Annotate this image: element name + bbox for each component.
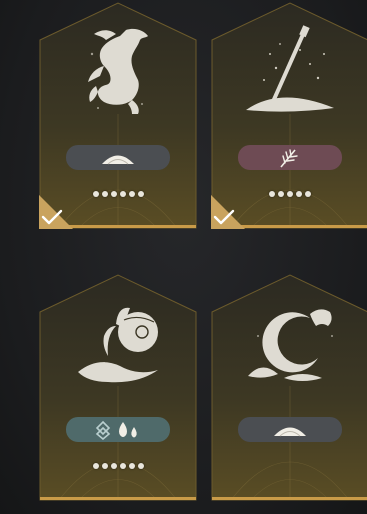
card-grid (0, 0, 367, 514)
progress-dot (92, 191, 99, 197)
progress-dot (119, 191, 126, 197)
progress-dot (278, 191, 284, 197)
requirement-pill (66, 417, 170, 442)
knot-rune-icon (94, 420, 112, 440)
pouring-urn-icon (78, 307, 158, 383)
card-spear[interactable] (211, 2, 367, 229)
requirement-pill (238, 145, 342, 170)
requirement-pill (238, 417, 342, 442)
progress-dot (137, 191, 144, 197)
progress-dot (128, 463, 135, 469)
completed-check-icon (211, 195, 245, 229)
progress-dot (92, 463, 99, 469)
progress-dot (110, 463, 117, 469)
progress-dot (305, 191, 311, 197)
progress-dot (110, 191, 117, 197)
progress-dot (287, 191, 293, 197)
progress-dots (39, 463, 197, 469)
feather-icon (275, 147, 305, 169)
progress-dot (137, 463, 144, 469)
card-moon[interactable] (211, 274, 367, 501)
water-drops-icon (114, 419, 142, 441)
sand-pile-icon (272, 421, 308, 439)
progress-dot (296, 191, 302, 197)
progress-dot (101, 191, 108, 197)
sand-pile-icon (100, 149, 136, 167)
progress-dot (269, 191, 275, 197)
progress-dot (128, 191, 135, 197)
progress-dot (101, 463, 108, 469)
card-urn[interactable] (39, 274, 197, 501)
completed-check-icon (39, 195, 73, 229)
rearing-horse-icon (88, 28, 148, 114)
requirement-pill (66, 145, 170, 170)
crescent-moon-woman-icon (248, 309, 333, 381)
card-horse[interactable] (39, 2, 197, 229)
spear-in-sand-icon (246, 25, 334, 112)
progress-dot (119, 463, 126, 469)
